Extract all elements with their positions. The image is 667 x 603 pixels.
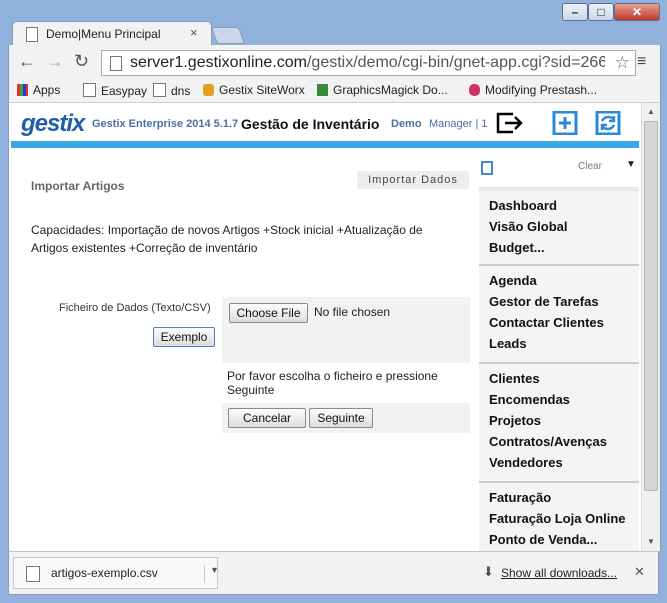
bookmark-apps[interactable]: Apps [17,83,60,97]
graphicsmagick-icon [317,84,328,96]
scrollbar-thumb[interactable] [644,121,658,491]
close-download-bar-icon[interactable]: ✕ [634,564,645,580]
close-window-button[interactable]: ✕ [614,3,660,21]
download-arrow-icon: ⬇ [483,564,494,579]
file-field-label: Ficheiro de Dados (Texto/CSV) [59,302,211,314]
menu-icon[interactable]: ≡ [637,53,646,71]
bookmark-dns[interactable]: dns [153,83,190,98]
menu-item-contratos[interactable]: Contratos/Avenças [479,431,639,452]
url-text[interactable]: server1.gestixonline.com/gestix/demo/cgi… [130,54,605,72]
logout-icon[interactable] [495,111,523,135]
bookmark-prestashop[interactable]: Modifying Prestash... [469,83,597,97]
new-tab-button[interactable] [210,27,246,44]
instruction-text: Por favor escolha o ficheiro e pressione… [227,369,438,397]
bookmark-graphicsmagick[interactable]: GraphicsMagick Do... [317,83,448,97]
capabilities-text: Capacidades: Importação de novos Artigos… [31,223,423,255]
menu-item-leads[interactable]: Leads [479,333,639,354]
minimize-button[interactable]: – [562,3,588,21]
browser-window: – □ ✕ Demo|Menu Principal × ← → ↻ server… [0,0,667,603]
clear-link[interactable]: Clear [578,161,602,172]
menu-item-faturacao-loja[interactable]: Faturação Loja Online [479,508,639,529]
next-button[interactable]: Seguinte [309,408,373,428]
menu-item-visao-global[interactable]: Visão Global [479,216,639,237]
scroll-up-icon[interactable]: ▲ [647,107,655,116]
address-bar[interactable]: server1.gestixonline.com/gestix/demo/cgi… [101,50,636,76]
download-bar: artigos-exemplo.csv ▼ ⬇ Show all downloa… [8,551,659,595]
menu-group-overview: Dashboard Visão Global Budget... [479,191,639,265]
menu-group-crm: Agenda Gestor de Tarefas Contactar Clien… [479,264,639,362]
menu-item-faturacao[interactable]: Faturação [479,487,639,508]
reload-icon[interactable]: ↻ [74,51,89,72]
panel-icon[interactable] [481,161,493,175]
gestix-logo: gestix [21,110,85,137]
product-version: Gestix Enterprise 2014 5.1.7 [92,118,239,130]
bookmark-star-icon[interactable]: ☆ [615,53,630,73]
menu-item-encomendas[interactable]: Encomendas [479,389,639,410]
section-tag: Importar Dados [357,171,469,189]
menu-item-contactar-clientes[interactable]: Contactar Clientes [479,312,639,333]
cancel-button[interactable]: Cancelar [228,408,306,428]
menu-item-vendedores[interactable]: Vendedores [479,452,639,473]
add-icon[interactable] [552,111,580,135]
header-divider [11,141,639,148]
menu-group-billing: Faturação Faturação Loja Online Ponto de… [479,481,639,551]
apps-grid-icon [17,84,28,96]
forward-arrow-icon[interactable]: → [46,51,64,72]
vertical-scrollbar[interactable]: ▲ ▼ [641,103,660,551]
dropdown-arrow-icon[interactable]: ▼ [626,159,636,170]
refresh-icon[interactable] [595,111,623,135]
close-tab-icon[interactable]: × [190,25,198,40]
menu-item-ponto-venda[interactable]: Ponto de Venda... [479,529,639,550]
file-status: No file chosen [314,305,391,319]
page-title: Importar Artigos [31,179,125,193]
menu-item-gestor-tarefas[interactable]: Gestor de Tarefas [479,291,639,312]
web-page: gestix Gestix Enterprise 2014 5.1.7 Gest… [8,103,661,551]
chevron-down-icon[interactable]: ▼ [204,565,219,583]
prestashop-icon [469,84,480,96]
browser-toolbar: ← → ↻ server1.gestixonline.com/gestix/de… [8,45,661,80]
company-name[interactable]: Demo [391,118,422,130]
page-icon [153,83,166,97]
choose-file-button[interactable]: Choose File [229,303,308,323]
siteworx-icon [203,84,214,96]
tab-title: Demo|Menu Principal [46,27,161,41]
bookmark-easypay[interactable]: Easypay [83,83,147,98]
menu-item-projetos[interactable]: Projetos [479,410,639,431]
browser-tab[interactable]: Demo|Menu Principal × [12,21,212,46]
bookmarks-bar: Apps Easypay dns Gestix SiteWorx Graphic… [8,80,661,103]
back-arrow-icon[interactable]: ← [18,51,36,72]
menu-item-budget[interactable]: Budget... [479,237,639,258]
page-icon [110,56,122,71]
download-item[interactable]: artigos-exemplo.csv ▼ [13,557,219,589]
menu-group-sales: Clientes Encomendas Projetos Contratos/A… [479,362,639,482]
download-filename: artigos-exemplo.csv [51,566,158,580]
maximize-button[interactable]: □ [588,3,614,21]
show-all-downloads-link[interactable]: Show all downloads... [501,566,617,580]
scroll-down-icon[interactable]: ▼ [647,537,655,546]
menu-item-dashboard[interactable]: Dashboard [479,195,639,216]
csv-file-icon [26,566,40,582]
bookmark-gestix-siteworx[interactable]: Gestix SiteWorx [203,83,305,97]
example-button[interactable]: Exemplo [153,327,215,347]
user-info[interactable]: Manager | 1 [429,118,488,130]
page-icon [83,83,96,97]
menu-item-clientes[interactable]: Clientes [479,368,639,389]
module-title: Gestão de Inventário [241,116,380,132]
menu-item-agenda[interactable]: Agenda [479,270,639,291]
page-icon [26,27,38,42]
